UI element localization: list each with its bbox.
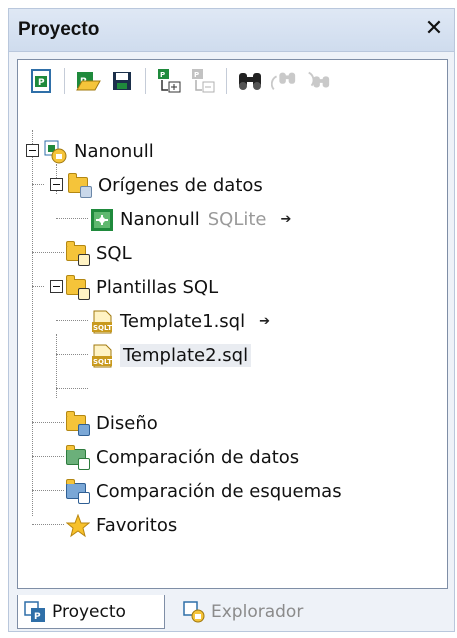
toolbar-separator bbox=[226, 68, 227, 94]
datasource-type: SQLite bbox=[207, 208, 267, 230]
tree-connector bbox=[56, 354, 88, 355]
panel-titlebar: Proyecto ✕ bbox=[9, 9, 454, 52]
find-icon[interactable] bbox=[237, 68, 263, 94]
sql-template-icon: SQLT bbox=[90, 310, 112, 334]
add-to-project-icon[interactable]: P bbox=[156, 68, 182, 94]
find-next-icon[interactable] bbox=[271, 68, 297, 94]
tree-item-data-compare[interactable]: Comparación de datos bbox=[66, 442, 299, 472]
star-icon bbox=[65, 513, 91, 538]
tree-label: Orígenes de datos bbox=[98, 174, 263, 196]
open-project-icon[interactable]: P bbox=[75, 68, 101, 94]
explorer-tab-icon bbox=[183, 601, 205, 623]
svg-text:P: P bbox=[38, 78, 45, 88]
tree-label: SQL bbox=[96, 242, 132, 264]
tree-item-root[interactable]: Nanonull bbox=[44, 136, 154, 166]
tree-item-template1[interactable]: SQLT Template1.sql ➔ bbox=[90, 306, 270, 336]
tab-label: Explorador bbox=[211, 602, 304, 622]
tree-item-templates[interactable]: Plantillas SQL bbox=[66, 272, 218, 302]
sql-template-icon: SQLT bbox=[90, 344, 112, 368]
tree-label: Favoritos bbox=[96, 514, 178, 536]
tree-connector bbox=[32, 422, 64, 423]
tree-connector bbox=[56, 388, 88, 389]
collapse-toggle[interactable] bbox=[50, 280, 63, 293]
toolbar-separator bbox=[64, 68, 65, 94]
panel-tabs: P Proyecto Explorador bbox=[17, 595, 446, 629]
remove-from-project-icon[interactable]: P bbox=[190, 68, 216, 94]
new-project-icon[interactable]: P bbox=[28, 68, 54, 94]
database-connection-icon bbox=[90, 208, 113, 231]
project-tree: Nanonull Orígenes de datos Nanonull SQLi… bbox=[18, 108, 447, 588]
project-toolbar: P P P P bbox=[18, 60, 447, 102]
arrow-right-icon: ➔ bbox=[280, 211, 292, 227]
project-icon bbox=[44, 140, 67, 164]
tree-item-datasources[interactable]: Orígenes de datos bbox=[68, 170, 263, 200]
sql-folder-icon bbox=[66, 241, 90, 266]
tree-connector bbox=[56, 320, 88, 321]
tab-label: Proyecto bbox=[52, 601, 126, 622]
tree-connector bbox=[32, 130, 33, 516]
tree-connector bbox=[32, 524, 64, 525]
tree-item-sql[interactable]: SQL bbox=[66, 238, 132, 268]
svg-text:P: P bbox=[160, 71, 165, 79]
tree-item-datasource[interactable]: Nanonull SQLite ➔ bbox=[90, 204, 291, 234]
templates-folder-icon bbox=[66, 275, 90, 300]
panel-title: Proyecto bbox=[18, 19, 100, 40]
tree-label: Comparación de esquemas bbox=[96, 480, 342, 502]
tree-label: Diseño bbox=[96, 412, 158, 434]
toolbar-separator bbox=[145, 68, 146, 94]
tree-label: Template2.sql bbox=[120, 343, 252, 367]
tree-label: Template1.sql bbox=[120, 310, 246, 332]
data-compare-folder-icon bbox=[66, 445, 90, 470]
tree-label: Nanonull bbox=[120, 208, 200, 230]
tree-connector bbox=[32, 286, 44, 287]
close-icon[interactable]: ✕ bbox=[420, 15, 448, 43]
tree-item-template2[interactable]: SQLT Template2.sql bbox=[90, 340, 252, 370]
tree-label: Plantillas SQL bbox=[96, 276, 219, 298]
tree-connector bbox=[32, 252, 64, 253]
project-tree-area: P P P P bbox=[17, 59, 448, 589]
tree-label: Comparación de datos bbox=[96, 446, 300, 468]
find-previous-icon[interactable] bbox=[305, 68, 331, 94]
design-folder-icon bbox=[66, 411, 90, 436]
project-tab-icon: P bbox=[24, 600, 46, 623]
tab-project[interactable]: P Proyecto bbox=[17, 595, 165, 629]
tree-connector bbox=[32, 456, 64, 457]
project-panel: Proyecto ✕ P P P P bbox=[8, 8, 455, 632]
arrow-right-icon: ➔ bbox=[259, 313, 271, 329]
tree-connector bbox=[32, 184, 44, 185]
datasources-folder-icon bbox=[68, 173, 92, 198]
tree-label: Nanonull bbox=[74, 140, 154, 162]
tree-item-favorites[interactable]: Favoritos bbox=[65, 510, 178, 540]
svg-text:SQLT: SQLT bbox=[93, 324, 112, 332]
collapse-toggle[interactable] bbox=[50, 178, 63, 191]
collapse-toggle[interactable] bbox=[26, 144, 39, 157]
tree-item-schema-compare[interactable]: Comparación de esquemas bbox=[66, 476, 342, 506]
svg-text:SQLT: SQLT bbox=[93, 358, 112, 366]
tree-item-design[interactable]: Diseño bbox=[66, 408, 158, 438]
schema-compare-folder-icon bbox=[66, 479, 90, 504]
tree-connector bbox=[56, 218, 88, 219]
svg-text:P: P bbox=[34, 612, 41, 622]
tab-explorer[interactable]: Explorador bbox=[177, 595, 347, 629]
svg-text:P: P bbox=[194, 71, 199, 79]
tree-connector bbox=[32, 490, 64, 491]
save-project-icon[interactable] bbox=[109, 68, 135, 94]
